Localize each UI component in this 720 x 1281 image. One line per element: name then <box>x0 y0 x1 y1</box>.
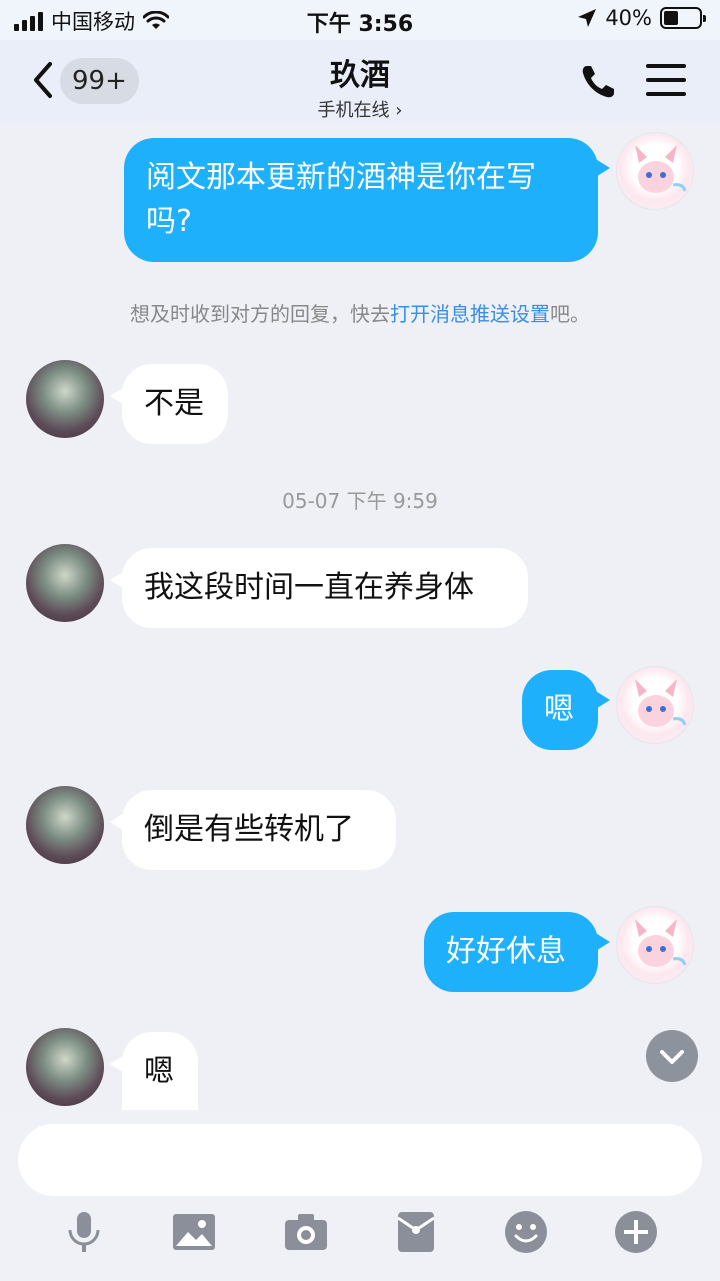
battery-icon <box>660 7 706 29</box>
message-text: 阅文那本更新的酒神是你在写吗? <box>146 160 536 239</box>
message-timestamp: 05-07 下午 9:59 <box>282 489 438 513</box>
contact-avatar[interactable] <box>26 360 104 438</box>
camera-icon[interactable] <box>282 1208 330 1256</box>
message-bubble-outgoing[interactable]: 阅文那本更新的酒神是你在写吗? <box>124 138 610 262</box>
battery-percent: 40% <box>605 6 652 30</box>
chevron-right-icon: › <box>395 100 403 121</box>
sylveon-avatar-icon <box>635 679 687 727</box>
message-text: 嗯 <box>144 1054 174 1089</box>
message-bubble-incoming[interactable]: 不是 <box>110 364 228 444</box>
message-bubble-incoming[interactable]: 我这段时间一直在养身体 <box>110 548 528 628</box>
sylveon-avatar-icon <box>635 145 687 193</box>
online-status-label: 手机在线 <box>317 100 390 121</box>
status-bar: 中国移动 下午 3:56 40% <box>0 0 720 40</box>
message-text: 好好休息 <box>446 934 566 969</box>
microphone-icon[interactable] <box>60 1208 108 1256</box>
chat-header: 99+ 玖酒 手机在线 › <box>0 40 720 124</box>
emoji-icon[interactable] <box>502 1208 550 1256</box>
scroll-to-bottom-button[interactable] <box>646 1030 698 1082</box>
message-bubble-incoming[interactable]: 倒是有些转机了 <box>110 790 396 870</box>
red-packet-icon[interactable] <box>392 1208 440 1256</box>
note-text: 想及时收到对方的回复，快去 <box>130 302 390 326</box>
message-text: 不是 <box>144 386 204 421</box>
message-text: 我这段时间一直在养身体 <box>144 570 474 605</box>
chevron-down-icon <box>660 1050 684 1064</box>
message-text: 倒是有些转机了 <box>144 812 354 847</box>
message-input[interactable] <box>18 1124 702 1196</box>
location-arrow-icon <box>578 9 597 27</box>
message-text: 嗯 <box>544 692 574 727</box>
my-avatar[interactable] <box>616 906 694 984</box>
push-settings-link[interactable]: 打开消息推送设置 <box>390 302 550 326</box>
note-suffix: 吧。 <box>550 302 590 326</box>
message-bubble-outgoing[interactable]: 好好休息 <box>424 912 610 992</box>
message-bubble-outgoing[interactable]: 嗯 <box>522 670 610 750</box>
contact-avatar[interactable] <box>26 1028 104 1106</box>
sylveon-avatar-icon <box>635 919 687 967</box>
message-bubble-incoming[interactable]: 嗯 <box>110 1032 198 1110</box>
phone-icon[interactable] <box>578 62 618 102</box>
menu-icon[interactable] <box>646 64 686 98</box>
contact-avatar[interactable] <box>26 786 104 864</box>
my-avatar[interactable] <box>616 666 694 744</box>
image-icon[interactable] <box>170 1208 218 1256</box>
plus-icon[interactable] <box>612 1208 660 1256</box>
my-avatar[interactable] <box>616 132 694 210</box>
contact-avatar[interactable] <box>26 544 104 622</box>
push-settings-note: 想及时收到对方的回复，快去打开消息推送设置吧。 <box>0 298 720 327</box>
